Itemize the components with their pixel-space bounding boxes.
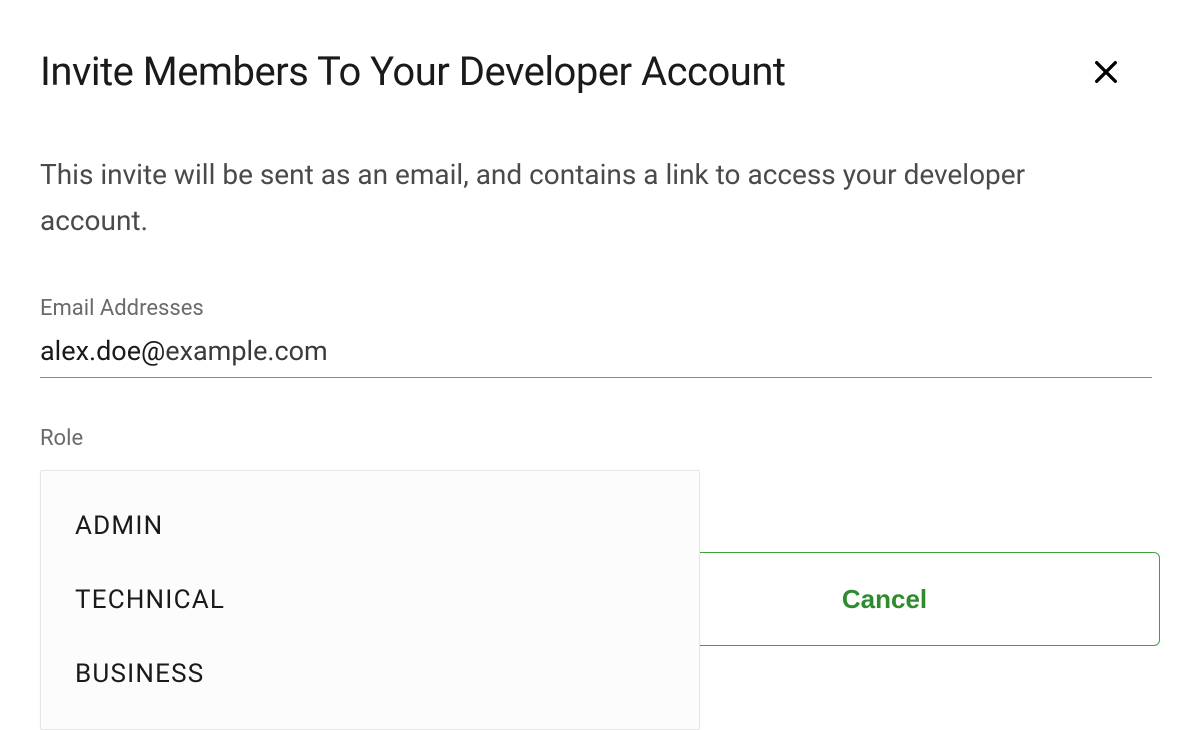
email-value: alex.doe@example.com <box>40 335 328 367</box>
close-button[interactable] <box>1088 54 1124 90</box>
email-field-group: Email Addresses alex.doe@example.com <box>40 296 1152 378</box>
email-input[interactable]: alex.doe@example.com <box>40 335 1152 378</box>
role-label: Role <box>40 426 1152 451</box>
invite-members-dialog: Invite Members To Your Developer Account… <box>0 0 1192 451</box>
close-icon <box>1092 58 1120 86</box>
dialog-title: Invite Members To Your Developer Account <box>40 48 786 96</box>
dialog-header: Invite Members To Your Developer Account <box>40 48 1152 96</box>
role-field-group: Role ADMIN TECHNICAL BUSINESS <box>40 426 1152 451</box>
role-option-admin[interactable]: ADMIN <box>41 489 699 563</box>
role-dropdown[interactable]: ADMIN TECHNICAL BUSINESS <box>40 470 700 730</box>
role-option-technical[interactable]: TECHNICAL <box>41 563 699 637</box>
role-option-business[interactable]: BUSINESS <box>41 637 699 711</box>
email-label: Email Addresses <box>40 296 1152 321</box>
dialog-description: This invite will be sent as an email, an… <box>40 152 1120 244</box>
